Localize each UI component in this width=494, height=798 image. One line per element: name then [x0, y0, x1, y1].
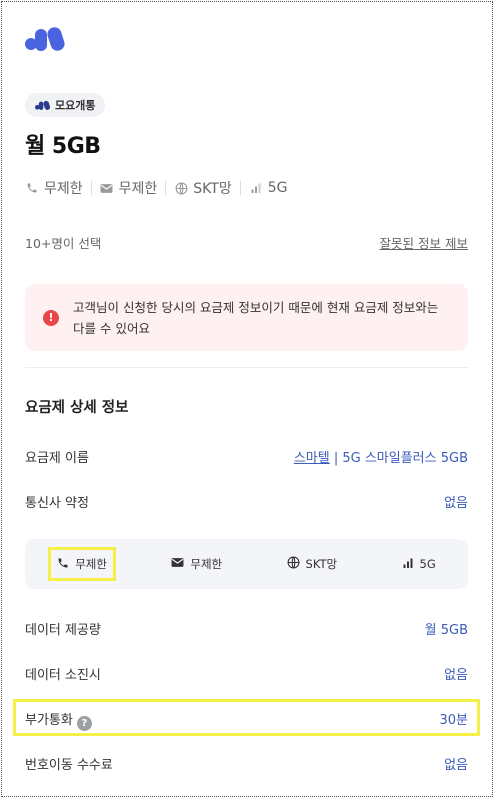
extra-call-label: 부가통화 — [25, 713, 73, 728]
spec-sms: 무제한 — [100, 178, 158, 198]
divider — [239, 181, 241, 195]
badge-label: 모요개통 — [55, 99, 96, 112]
selection-row: 10+명이 선택 잘못된 정보 제보 — [25, 233, 468, 252]
plan-chips: 무제한 무제한 SKT망 5G — [25, 539, 468, 589]
info-alert: ! 고객님이 신청한 당시의 요금제 정보이기 때문에 현재 요금제 정보와는 … — [25, 284, 468, 351]
spec-call: 무제한 — [25, 178, 83, 198]
phone-icon — [25, 181, 39, 195]
divider — [165, 181, 167, 195]
data-allowance-value: 월 5GB — [424, 623, 468, 638]
plan-name-row: 요금제 이름 스마텔 | 5G 스마일플러스 5GB — [25, 447, 468, 466]
carrier-link[interactable]: 스마텔 — [294, 451, 330, 466]
moyo-badge: 모요개통 — [25, 93, 106, 117]
contract-row: 통신사 약정 없음 — [25, 492, 468, 511]
mail-icon — [100, 181, 114, 195]
spec-call-label: 무제한 — [44, 181, 83, 197]
spec-network-label: SKT망 — [193, 181, 232, 197]
section-divider — [25, 367, 468, 368]
help-icon[interactable]: ? — [76, 716, 92, 731]
extra-call-label-group: 부가통화? — [25, 709, 92, 731]
plan-specs: 무제한 무제한 SKT망 5G — [25, 178, 287, 198]
plan-name-value: 스마텔 | 5G 스마일플러스 5GB — [294, 447, 468, 466]
chip-generation-label: 5G — [419, 557, 436, 571]
alert-text: 고객님이 신청한 당시의 요금제 정보이기 때문에 현재 요금제 정보와는 다를… — [73, 299, 439, 336]
signal-icon — [249, 181, 263, 195]
port-fee-label: 번호이동 수수료 — [25, 758, 113, 773]
signal-icon — [402, 557, 414, 572]
port-fee-row: 번호이동 수수료 없음 — [25, 754, 468, 773]
spec-network: SKT망 — [174, 178, 232, 198]
moyo-logo — [25, 27, 65, 51]
chip-network-label: SKT망 — [305, 557, 338, 571]
chip-call-label: 무제한 — [75, 557, 107, 571]
extra-call-row: 부가통화? 30분 — [25, 709, 468, 731]
alert-icon: ! — [43, 309, 59, 326]
chip-sms: 무제한 — [165, 550, 228, 578]
chip-network: SKT망 — [281, 550, 344, 578]
data-exhausted-value: 없음 — [444, 668, 468, 683]
divider — [90, 181, 92, 195]
details-section-title: 요금제 상세 정보 — [25, 400, 129, 416]
port-fee-value: 없음 — [444, 758, 468, 773]
data-allowance-row: 데이터 제공량 월 5GB — [25, 619, 468, 638]
chip-call: 무제한 — [48, 547, 116, 581]
spec-sms-label: 무제한 — [118, 181, 158, 197]
data-allowance-label: 데이터 제공량 — [25, 623, 101, 638]
data-exhausted-label: 데이터 소진시 — [25, 668, 101, 683]
data-exhausted-row: 데이터 소진시 없음 — [25, 664, 468, 683]
extra-call-value: 30분 — [439, 713, 468, 728]
spec-generation-label: 5G — [267, 180, 288, 196]
moyo-mini-logo-icon — [35, 100, 51, 110]
mail-icon — [171, 557, 184, 571]
globe-icon — [174, 181, 188, 195]
phone-icon — [57, 557, 69, 572]
spec-generation: 5G — [249, 180, 288, 196]
selection-count: 10+명이 선택 — [25, 236, 102, 251]
plan-name-text: | 5G 스마일플러스 5GB — [329, 451, 468, 466]
globe-icon — [287, 556, 300, 572]
plan-name-label: 요금제 이름 — [25, 451, 89, 466]
report-wrong-info-link[interactable]: 잘못된 정보 제보 — [380, 233, 468, 252]
plan-title: 월 5GB — [25, 134, 101, 159]
chip-generation: 5G — [396, 551, 442, 578]
chip-sms-label: 무제한 — [190, 557, 223, 571]
contract-value: 없음 — [444, 496, 468, 511]
contract-label: 통신사 약정 — [25, 496, 89, 511]
